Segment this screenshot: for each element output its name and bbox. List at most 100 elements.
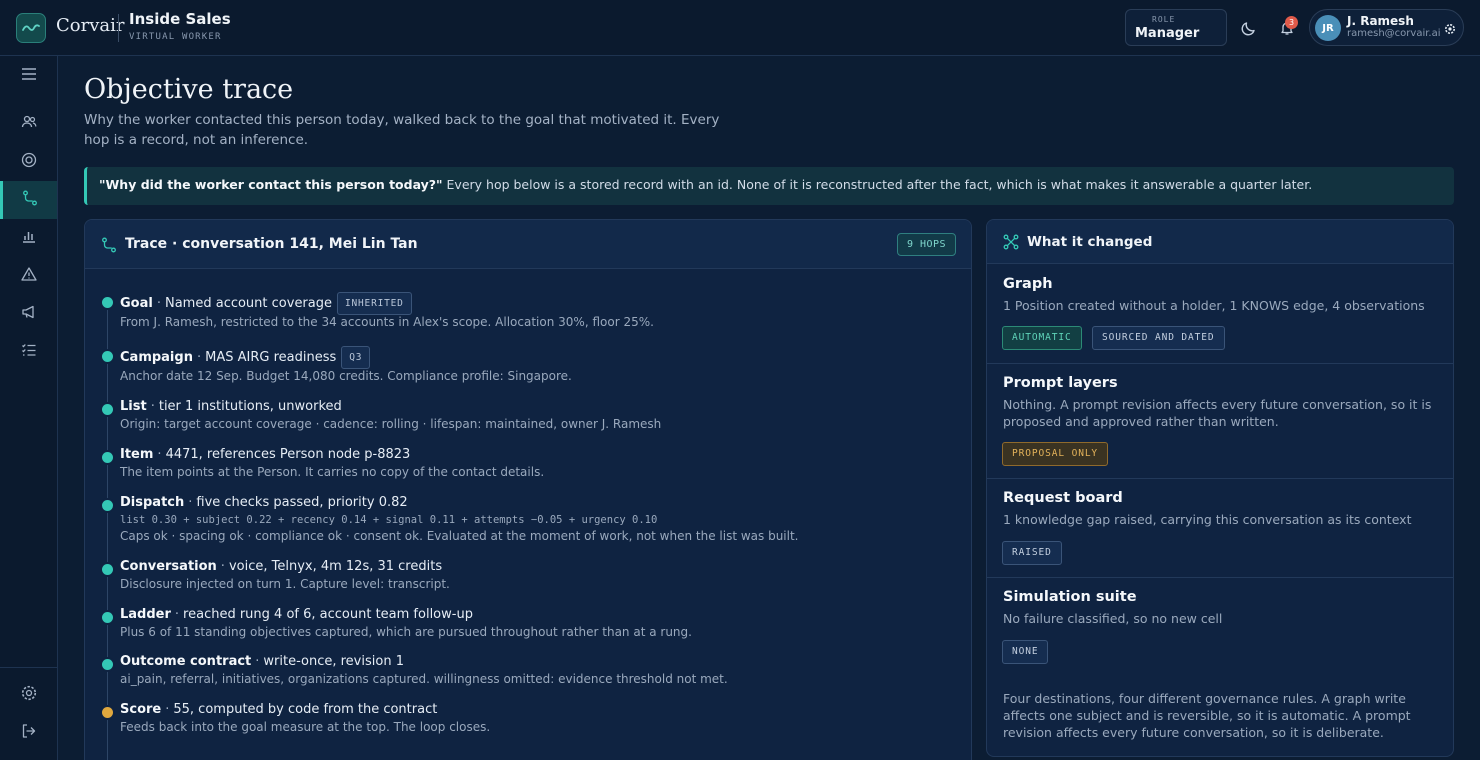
status-badge: RAISED: [1002, 541, 1062, 565]
priority-formula: list 0.30 + subject 0.22 + recency 0.14 …: [120, 514, 658, 526]
sidebar-item-goals[interactable]: [0, 143, 57, 181]
brand-name: Corvair: [56, 15, 125, 36]
change-section-simulation-suite: Simulation suite No failure classified, …: [987, 578, 1453, 677]
hop-key: Ladder: [120, 607, 171, 622]
hop-summary: voice, Telnyx, 4m 12s, 31 credits: [228, 559, 443, 574]
user-email: ramesh@corvair.ai: [1347, 28, 1441, 39]
hop-detail: Feeds back into the goal measure at the …: [120, 720, 491, 734]
hop-key: Item: [120, 447, 154, 462]
sidebar-item-tasks[interactable]: [0, 333, 57, 371]
status-badge: NONE: [1002, 640, 1049, 664]
corvair-logo-icon[interactable]: [16, 13, 46, 43]
hop-key: Dispatch: [120, 495, 185, 510]
sidebar: [0, 56, 58, 760]
notification-count-badge: 3: [1285, 16, 1298, 29]
hop-detail: ai_pain, referral, initiatives, organiza…: [120, 672, 728, 686]
hop-tag: Q3: [341, 346, 371, 369]
hop-detail: Caps ok · spacing ok · compliance ok · c…: [120, 529, 799, 543]
change-heading: Prompt layers: [1003, 375, 1118, 391]
callout-text: Every hop below is a stored record with …: [442, 177, 1313, 192]
sidebar-item-people[interactable]: [0, 105, 57, 143]
change-heading: Simulation suite: [1003, 589, 1137, 605]
users-icon: [21, 114, 37, 134]
hop-detail: The item points at the Person. It carrie…: [120, 465, 545, 479]
menu-icon: [21, 66, 37, 85]
change-section-request-board: Request board 1 knowledge gap raised, ca…: [987, 479, 1453, 578]
trace-title: Trace · conversation 141, Mei Lin Tan: [125, 236, 418, 252]
change-detail: No failure classified, so no new cell: [1003, 611, 1223, 626]
callout-question: "Why did the worker contact this person …: [99, 177, 443, 192]
hop-summary: MAS AIRG readiness: [205, 350, 337, 365]
change-detail: 1 Position created without a holder, 1 K…: [1003, 298, 1425, 313]
hop-dot: [102, 612, 113, 623]
hop-detail: Anchor date 12 Sep. Budget 14,080 credit…: [120, 369, 572, 383]
hop-detail: Disclosure injected on turn 1. Capture l…: [120, 577, 450, 591]
hop-tag: INHERITED: [337, 292, 412, 315]
hop-dot: [102, 351, 113, 362]
change-heading: Graph: [1003, 276, 1053, 292]
logout-icon: [21, 723, 37, 743]
hop-key: Goal: [120, 296, 153, 311]
hop-dot: [102, 404, 113, 415]
route-icon: [101, 237, 117, 253]
hop-detail: From J. Ramesh, restricted to the 34 acc…: [120, 315, 654, 329]
change-detail: 1 knowledge gap raised, carrying this co…: [1003, 512, 1412, 527]
sidebar-item-analytics[interactable]: [0, 219, 57, 257]
changes-card: What it changed Graph 1 Position created…: [986, 219, 1454, 757]
hop-summary: reached rung 4 of 6, account team follow…: [183, 607, 473, 622]
status-badge: PROPOSAL ONLY: [1002, 442, 1109, 466]
hop-dot: [102, 707, 113, 718]
trace-card: Trace · conversation 141, Mei Lin Tan 9 …: [84, 219, 972, 760]
sidebar-item-campaigns[interactable]: [0, 295, 57, 333]
timeline-line: [107, 300, 108, 760]
hop-dot: [102, 297, 113, 308]
role-value: Manager: [1135, 26, 1200, 41]
checklist-icon: [21, 342, 37, 362]
user-settings-gear-icon[interactable]: [1443, 21, 1457, 35]
settings-icon: [20, 684, 38, 706]
top-bar: Corvair Inside Sales VIRTUAL WORKER ROLE…: [0, 0, 1480, 56]
target-icon: [21, 152, 37, 172]
sidebar-item-settings[interactable]: [0, 676, 57, 714]
sidebar-divider: [0, 667, 57, 668]
dark-mode-moon-icon[interactable]: [1238, 17, 1260, 39]
hop-count-badge: 9 HOPS: [897, 233, 956, 256]
user-name: J. Ramesh: [1347, 14, 1414, 28]
change-section-graph: Graph 1 Position created without a holde…: [987, 264, 1453, 364]
hop-dot: [102, 564, 113, 575]
change-section-prompt-layers: Prompt layers Nothing. A prompt revision…: [987, 364, 1453, 479]
hop-key: Outcome contract: [120, 654, 252, 669]
hop-dot: [102, 659, 113, 670]
bar-chart-icon: [21, 228, 37, 248]
hop-summary: tier 1 institutions, unworked: [158, 399, 342, 414]
hop-dot: [102, 452, 113, 463]
hop-key: Conversation: [120, 559, 217, 574]
sidebar-item-logout[interactable]: [0, 714, 57, 752]
trace-card-header: Trace · conversation 141, Mei Lin Tan 9 …: [85, 220, 971, 269]
hop-key: Score: [120, 702, 162, 717]
hop-summary: five checks passed, priority 0.82: [196, 495, 408, 510]
hop-summary: 55, computed by code from the contract: [173, 702, 438, 717]
route-icon: [22, 190, 38, 210]
app-subtitle: VIRTUAL WORKER: [129, 32, 222, 42]
page-title: Objective trace: [84, 74, 294, 105]
hop-summary: 4471, references Person node p-8823: [165, 447, 411, 462]
network-icon: [1003, 234, 1019, 250]
governance-footer: Four destinations, four different govern…: [1003, 691, 1411, 740]
change-detail: Nothing. A prompt revision affects every…: [1003, 397, 1432, 429]
hop-key: Campaign: [120, 350, 193, 365]
role-selector[interactable]: ROLE Manager: [1125, 9, 1227, 46]
change-heading: Request board: [1003, 490, 1123, 506]
changes-title: What it changed: [1027, 234, 1153, 250]
status-badge: SOURCED AND DATED: [1092, 326, 1225, 350]
sidebar-item-alerts[interactable]: [0, 257, 57, 295]
hop-key: List: [120, 399, 147, 414]
megaphone-icon: [21, 304, 37, 324]
hop-summary: Named account coverage: [164, 296, 332, 311]
question-callout: "Why did the worker contact this person …: [84, 167, 1454, 205]
user-menu[interactable]: JR J. Ramesh ramesh@corvair.ai: [1309, 9, 1464, 46]
page-description: Why the worker contacted this person tod…: [84, 112, 720, 148]
sidebar-menu-toggle[interactable]: [0, 56, 57, 94]
hop-detail: Origin: target account coverage · cadenc…: [120, 417, 662, 431]
sidebar-item-trace[interactable]: [0, 181, 57, 219]
